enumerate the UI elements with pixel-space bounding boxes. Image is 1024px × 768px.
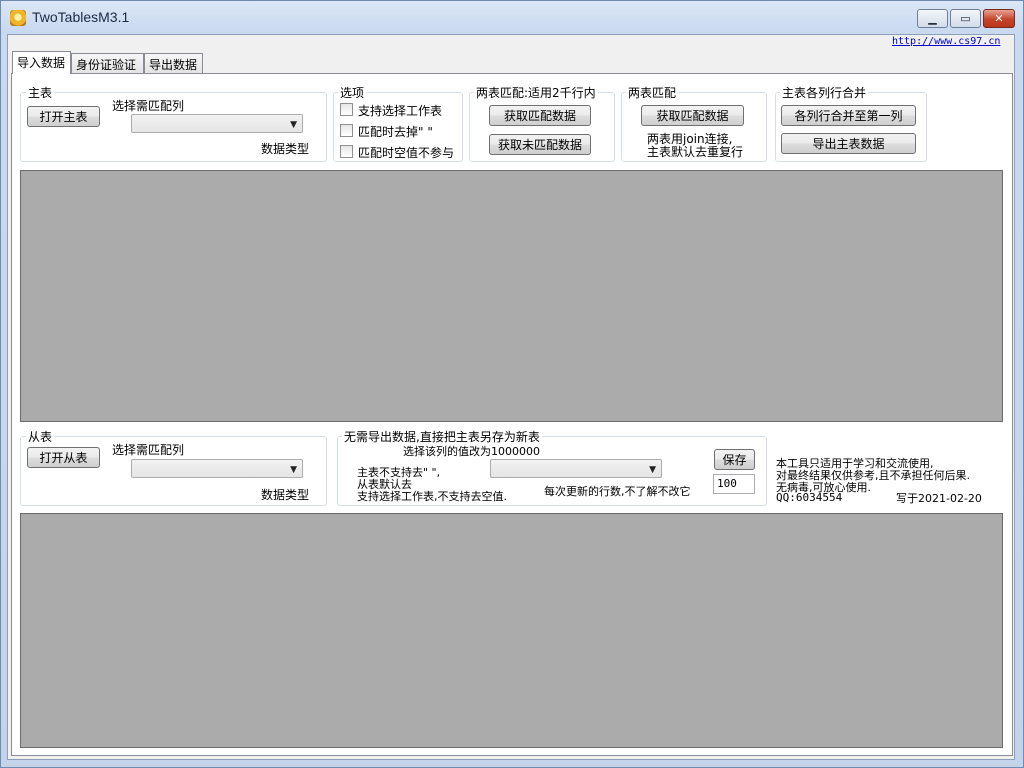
title-bar[interactable]: TwoTablesM3.1 ▁ ▭ ✕ (0, 0, 1022, 34)
app-icon (10, 10, 26, 26)
sub-table-grid[interactable] (20, 513, 1003, 748)
option-checkbox-skip-empty[interactable] (340, 145, 353, 158)
get-match-data-button[interactable]: 获取匹配数据 (489, 105, 591, 126)
option-label-sheet: 支持选择工作表 (358, 104, 443, 118)
main-table-group-label: 主表 (26, 84, 55, 101)
join-note-line2: 主表默认去重复行 (647, 145, 744, 159)
option-label-skip-empty: 匹配时空值不参与 (358, 146, 455, 160)
tab-id-verify[interactable]: 身份证验证 (71, 53, 144, 73)
sub-table-group-label: 从表 (26, 428, 55, 445)
maximize-icon: ▭ (960, 12, 971, 25)
chevron-down-icon: ▼ (290, 120, 297, 130)
open-main-table-button[interactable]: 打开主表 (27, 106, 100, 127)
merge-rows-button[interactable]: 各列行合并至第一列 (781, 105, 916, 126)
main-data-type-label: 数据类型 (261, 142, 310, 156)
option-checkbox-strip-quotes[interactable] (340, 124, 353, 137)
save-as-hint-top: 选择该列的值改为1000000 (403, 445, 540, 458)
close-icon: ✕ (994, 12, 1004, 25)
save-as-column-select[interactable]: ▼ (490, 459, 662, 478)
window-title: TwoTablesM3.1 (32, 9, 130, 25)
save-button[interactable]: 保存 (714, 449, 755, 470)
close-button[interactable]: ✕ (983, 9, 1015, 28)
open-sub-table-button[interactable]: 打开从表 (27, 447, 100, 468)
tab-export-data[interactable]: 导出数据 (144, 53, 203, 73)
save-as-rows-hint: 每次更新的行数,不了解不改它 (544, 485, 691, 498)
main-select-column-label: 选择需匹配列 (112, 99, 185, 113)
sub-select-column-label: 选择需匹配列 (112, 443, 185, 457)
sub-data-type-label: 数据类型 (261, 488, 310, 502)
get-unmatched-data-button[interactable]: 获取未匹配数据 (489, 134, 591, 155)
tab-import-data[interactable]: 导入数据 (12, 51, 71, 74)
options-group-label: 选项 (338, 84, 367, 101)
match-join-group-label: 两表匹配 (626, 84, 679, 101)
match-limited-group-label: 两表匹配:适用2千行内 (474, 84, 598, 101)
export-main-table-button[interactable]: 导出主表数据 (781, 133, 916, 154)
main-table-grid[interactable] (20, 170, 1003, 422)
info-written-date: 写于2021-02-20 (896, 492, 982, 505)
maximize-button[interactable]: ▭ (950, 9, 981, 28)
option-checkbox-sheet[interactable] (340, 103, 353, 116)
save-as-note-line3: 支持选择工作表,不支持去空值. (357, 490, 507, 503)
merge-group-label: 主表各列行合并 (780, 84, 869, 101)
sub-column-select[interactable]: ▼ (131, 459, 303, 478)
info-qq: QQ:6034554 (776, 491, 843, 504)
main-column-select[interactable]: ▼ (131, 114, 303, 133)
chevron-down-icon: ▼ (649, 465, 656, 475)
rows-per-update-input[interactable]: 100 (713, 474, 755, 494)
chevron-down-icon: ▼ (290, 465, 297, 475)
minimize-button[interactable]: ▁ (917, 9, 948, 28)
join-get-match-data-button[interactable]: 获取匹配数据 (641, 105, 744, 126)
option-label-strip-quotes: 匹配时去掉" " (358, 125, 433, 139)
minimize-icon: ▁ (928, 12, 937, 25)
website-link[interactable]: http://www.cs97.cn (892, 36, 1000, 47)
